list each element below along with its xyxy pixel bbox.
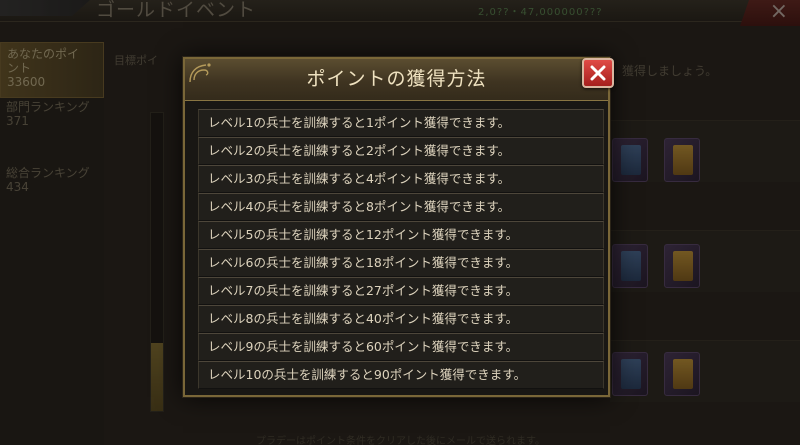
dialog-title: ポイントの獲得方法 bbox=[306, 68, 487, 90]
list-item: レベル8の兵士を訓練すると40ポイント獲得できます。 bbox=[198, 305, 604, 333]
list-item: レベル5の兵士を訓練すると12ポイント獲得できます。 bbox=[198, 221, 604, 249]
list-item: レベル1の兵士を訓練すると1ポイント獲得できます。 bbox=[198, 109, 604, 137]
list-item: レベル2の兵士を訓練すると2ポイント獲得できます。 bbox=[198, 137, 604, 165]
list-item: レベル7の兵士を訓練すると27ポイント獲得できます。 bbox=[198, 277, 604, 305]
dialog-header: ポイントの獲得方法 bbox=[185, 59, 608, 101]
close-icon bbox=[590, 65, 606, 81]
list-item: レベル4の兵士を訓練すると8ポイント獲得できます。 bbox=[198, 193, 604, 221]
list-item: レベル3の兵士を訓練すると4ポイント獲得できます。 bbox=[198, 165, 604, 193]
close-button[interactable] bbox=[582, 58, 614, 88]
points-info-dialog: ポイントの獲得方法 レベル1の兵士を訓練すると1ポイント獲得できます。 レベル2… bbox=[183, 57, 614, 397]
list-item: レベル10の兵士を訓練すると90ポイント獲得できます。 bbox=[198, 361, 604, 389]
list-item: レベル9の兵士を訓練すると60ポイント獲得できます。 bbox=[198, 333, 604, 361]
list-item: レベル6の兵士を訓練すると18ポイント獲得できます。 bbox=[198, 249, 604, 277]
points-list: レベル1の兵士を訓練すると1ポイント獲得できます。 レベル2の兵士を訓練すると2… bbox=[198, 109, 604, 389]
